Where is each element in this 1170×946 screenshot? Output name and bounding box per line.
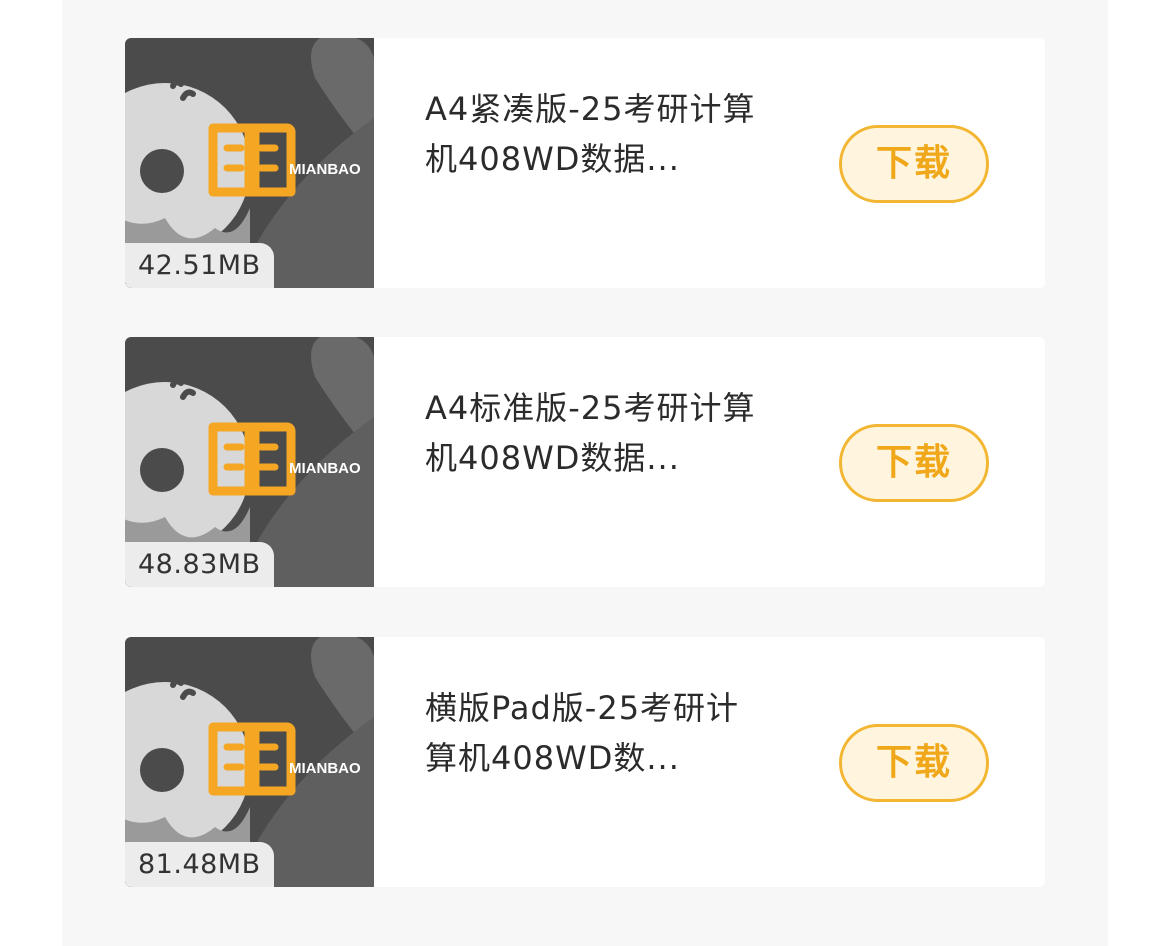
file-title[interactable]: A4紧凑版-25考研计算机408WD数据... [425, 84, 765, 184]
file-thumbnail: MIANBAO 81.48MB [125, 637, 374, 887]
file-size-badge: 48.83MB [125, 542, 274, 587]
file-size-badge: 81.48MB [125, 842, 274, 887]
file-thumbnail: MIANBAO 42.51MB [125, 38, 374, 288]
file-card[interactable]: MIANBAO 81.48MB 横版Pad版-25考研计算机408WD数... … [125, 637, 1045, 887]
file-size-badge: 42.51MB [125, 243, 274, 288]
thumbnail-brand-text: MIANBAO [289, 760, 361, 777]
thumbnail-brand-text: MIANBAO [289, 460, 361, 477]
file-thumbnail: MIANBAO 48.83MB [125, 337, 374, 587]
file-card[interactable]: MIANBAO 42.51MB A4紧凑版-25考研计算机408WD数据... … [125, 38, 1045, 288]
download-button[interactable]: 下载 [839, 724, 989, 802]
thumbnail-brand-text: MIANBAO [289, 161, 361, 178]
download-button[interactable]: 下载 [839, 125, 989, 203]
file-title[interactable]: A4标准版-25考研计算机408WD数据... [425, 383, 765, 483]
download-button[interactable]: 下载 [839, 424, 989, 502]
file-title[interactable]: 横版Pad版-25考研计算机408WD数... [425, 683, 765, 783]
file-card[interactable]: MIANBAO 48.83MB A4标准版-25考研计算机408WD数据... … [125, 337, 1045, 587]
